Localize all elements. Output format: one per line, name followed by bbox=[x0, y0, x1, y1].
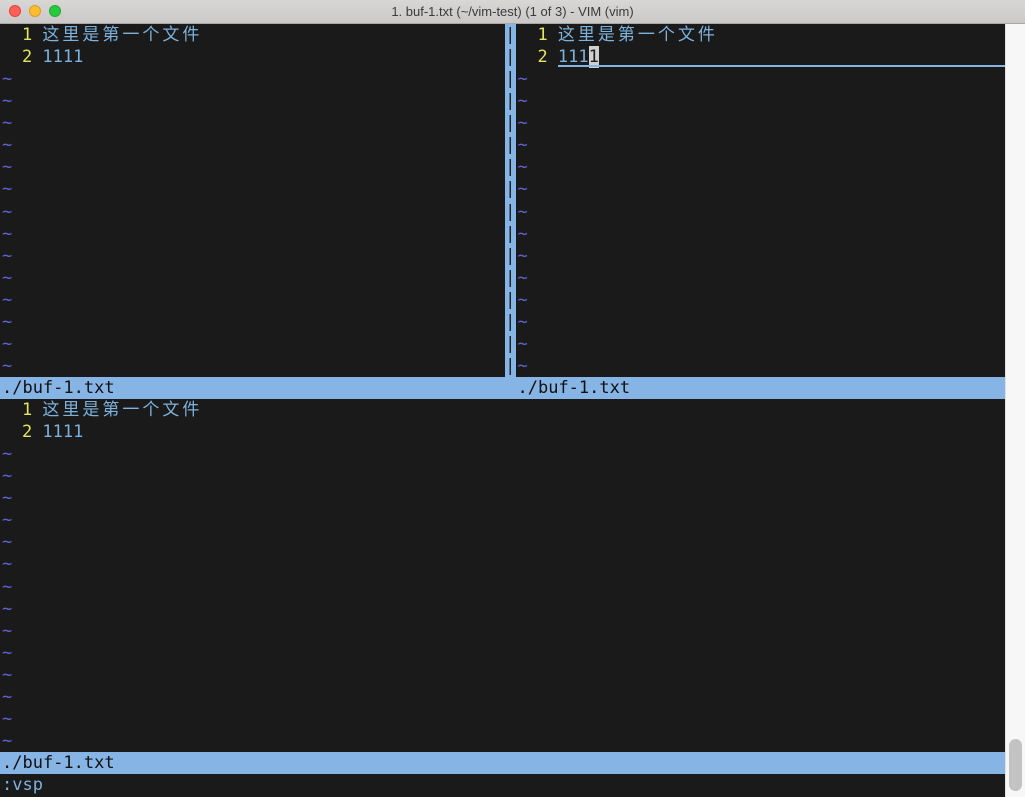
vim-command-line[interactable]: :vsp bbox=[0, 774, 1005, 796]
line-number: 2 bbox=[2, 46, 32, 68]
line-number: 2 bbox=[2, 421, 32, 443]
scrollbar-thumb[interactable] bbox=[1009, 739, 1022, 791]
vim-editor: 1这里是第一个文件 21111 ~~~~~~~~~~~~~~ |||||||||… bbox=[0, 24, 1005, 797]
line-number: 1 bbox=[2, 399, 32, 421]
window-title: 1. buf-1.txt (~/vim-test) (1 of 3) - VIM… bbox=[0, 0, 1025, 24]
cursor-line[interactable]: 21111 bbox=[516, 46, 1006, 68]
vim-window-top-right-active[interactable]: 1这里是第一个文件 21111 ~~~~~~~~~~~~~~ bbox=[516, 24, 1006, 377]
buffer-line[interactable]: 1 这里是第一个文件 bbox=[516, 24, 1006, 46]
empty-buffer-tildes: ~~~~~~~~~~~~~~ bbox=[516, 68, 1006, 377]
buffer-text: 111 bbox=[558, 47, 589, 67]
buffer-line[interactable]: 2 1111 bbox=[0, 46, 505, 68]
line-number: 2 bbox=[518, 46, 548, 68]
buffer-line[interactable]: 1 这里是第一个文件 bbox=[0, 399, 1005, 421]
buffer-text: 1111 bbox=[42, 422, 83, 442]
buffer-text: 这里是第一个文件 bbox=[42, 25, 202, 45]
statusline-bottom-window[interactable]: ./buf-1.txt bbox=[0, 752, 1005, 774]
vim-window-bottom[interactable]: 1 这里是第一个文件 2 1111 ~~~~~~~~~~~~~~ bbox=[0, 399, 1005, 752]
empty-buffer-tildes: ~~~~~~~~~~~~~~ bbox=[0, 68, 505, 377]
buffer-text: 这里是第一个文件 bbox=[558, 25, 718, 45]
empty-buffer-tildes: ~~~~~~~~~~~~~~ bbox=[0, 443, 1005, 752]
buffer-text: 这里是第一个文件 bbox=[42, 400, 202, 420]
cursorline-underline bbox=[558, 65, 1005, 67]
window-titlebar[interactable]: 1. buf-1.txt (~/vim-test) (1 of 3) - VIM… bbox=[0, 0, 1025, 24]
line-number: 1 bbox=[2, 24, 32, 46]
buffer-line[interactable]: 2 1111 bbox=[0, 421, 1005, 443]
line-number: 1 bbox=[518, 24, 548, 46]
vertical-split-separator[interactable]: |||||||||||||||| bbox=[505, 24, 516, 377]
statusline-filename: ./buf-1.txt bbox=[2, 752, 115, 774]
buffer-line[interactable]: 1 这里是第一个文件 bbox=[0, 24, 505, 46]
statusline-top-windows[interactable]: ./buf-1.txt ./buf-1.txt bbox=[0, 377, 1005, 399]
statusline-filename-right: ./buf-1.txt bbox=[518, 377, 631, 399]
statusline-filename-left: ./buf-1.txt bbox=[2, 377, 115, 399]
scrollbar-track bbox=[1005, 24, 1025, 797]
vim-window-top-left[interactable]: 1 这里是第一个文件 2 1111 ~~~~~~~~~~~~~~ bbox=[0, 24, 505, 377]
buffer-text: 1111 bbox=[42, 47, 83, 67]
